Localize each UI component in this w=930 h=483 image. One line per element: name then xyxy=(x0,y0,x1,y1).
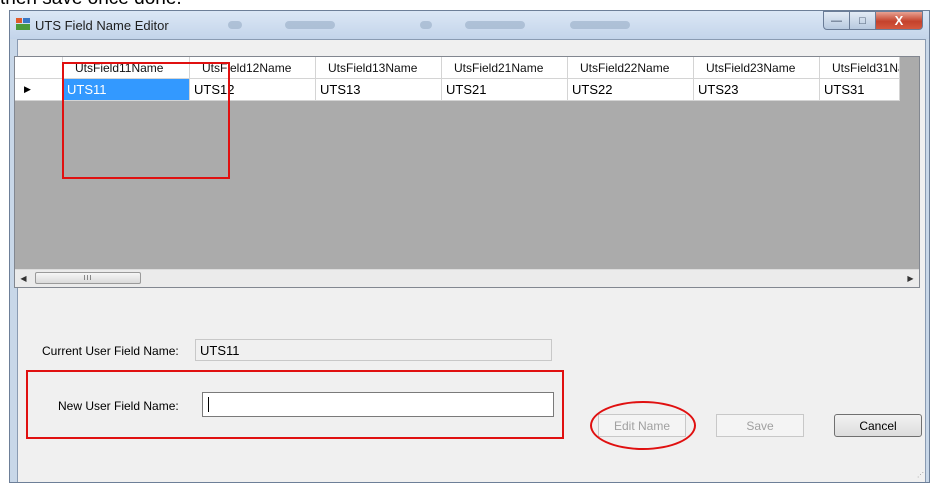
window-controls: — □ X xyxy=(823,11,923,31)
blurred-taskbar-item xyxy=(420,21,432,29)
column-header[interactable]: UtsField23Name xyxy=(694,57,820,79)
app-icon xyxy=(16,18,30,30)
column-header[interactable]: UtsField22Name xyxy=(568,57,694,79)
row-indicator-icon[interactable]: ▶ xyxy=(15,79,63,101)
table-cell[interactable]: UTS23 xyxy=(694,79,820,101)
resize-grip-icon[interactable]: ⋰ xyxy=(917,471,924,479)
current-field-value: UTS11 xyxy=(195,339,552,361)
minimize-button[interactable]: — xyxy=(823,11,850,30)
blurred-taskbar-item xyxy=(228,21,242,29)
blurred-taskbar-item xyxy=(465,21,525,29)
current-field-label: Current User Field Name: xyxy=(42,344,179,358)
save-button[interactable]: Save xyxy=(716,414,804,437)
cancel-button[interactable]: Cancel xyxy=(834,414,922,437)
blurred-taskbar-item xyxy=(570,21,630,29)
title-bar[interactable]: UTS Field Name Editor — □ X xyxy=(10,11,929,39)
grid-corner[interactable] xyxy=(15,57,63,79)
scrollbar-thumb[interactable]: III xyxy=(35,272,141,284)
table-cell[interactable]: UTS22 xyxy=(568,79,694,101)
column-header[interactable]: UtsField21Name xyxy=(442,57,568,79)
column-header[interactable]: UtsField13Name xyxy=(316,57,442,79)
blurred-taskbar-item xyxy=(285,21,335,29)
annotation-box-column xyxy=(62,62,230,179)
annotation-box-new-name xyxy=(26,370,564,439)
top-caption-text: then save once done. xyxy=(0,0,182,10)
scroll-right-icon[interactable]: ▶ xyxy=(902,270,919,287)
annotation-circle-edit xyxy=(590,401,696,450)
column-header[interactable]: UtsField31Name xyxy=(820,57,900,79)
close-icon: X xyxy=(894,13,904,28)
maximize-button[interactable]: □ xyxy=(850,11,876,30)
scroll-left-icon[interactable]: ◀ xyxy=(15,270,32,287)
maximize-icon: □ xyxy=(859,14,866,27)
minimize-icon: — xyxy=(831,14,842,27)
table-cell[interactable]: UTS13 xyxy=(316,79,442,101)
table-cell[interactable]: UTS21 xyxy=(442,79,568,101)
close-button[interactable]: X xyxy=(876,11,923,30)
table-cell[interactable]: UTS31 xyxy=(820,79,900,101)
horizontal-scrollbar[interactable]: ◀ III ▶ xyxy=(15,269,919,287)
window-title: UTS Field Name Editor xyxy=(35,18,169,33)
